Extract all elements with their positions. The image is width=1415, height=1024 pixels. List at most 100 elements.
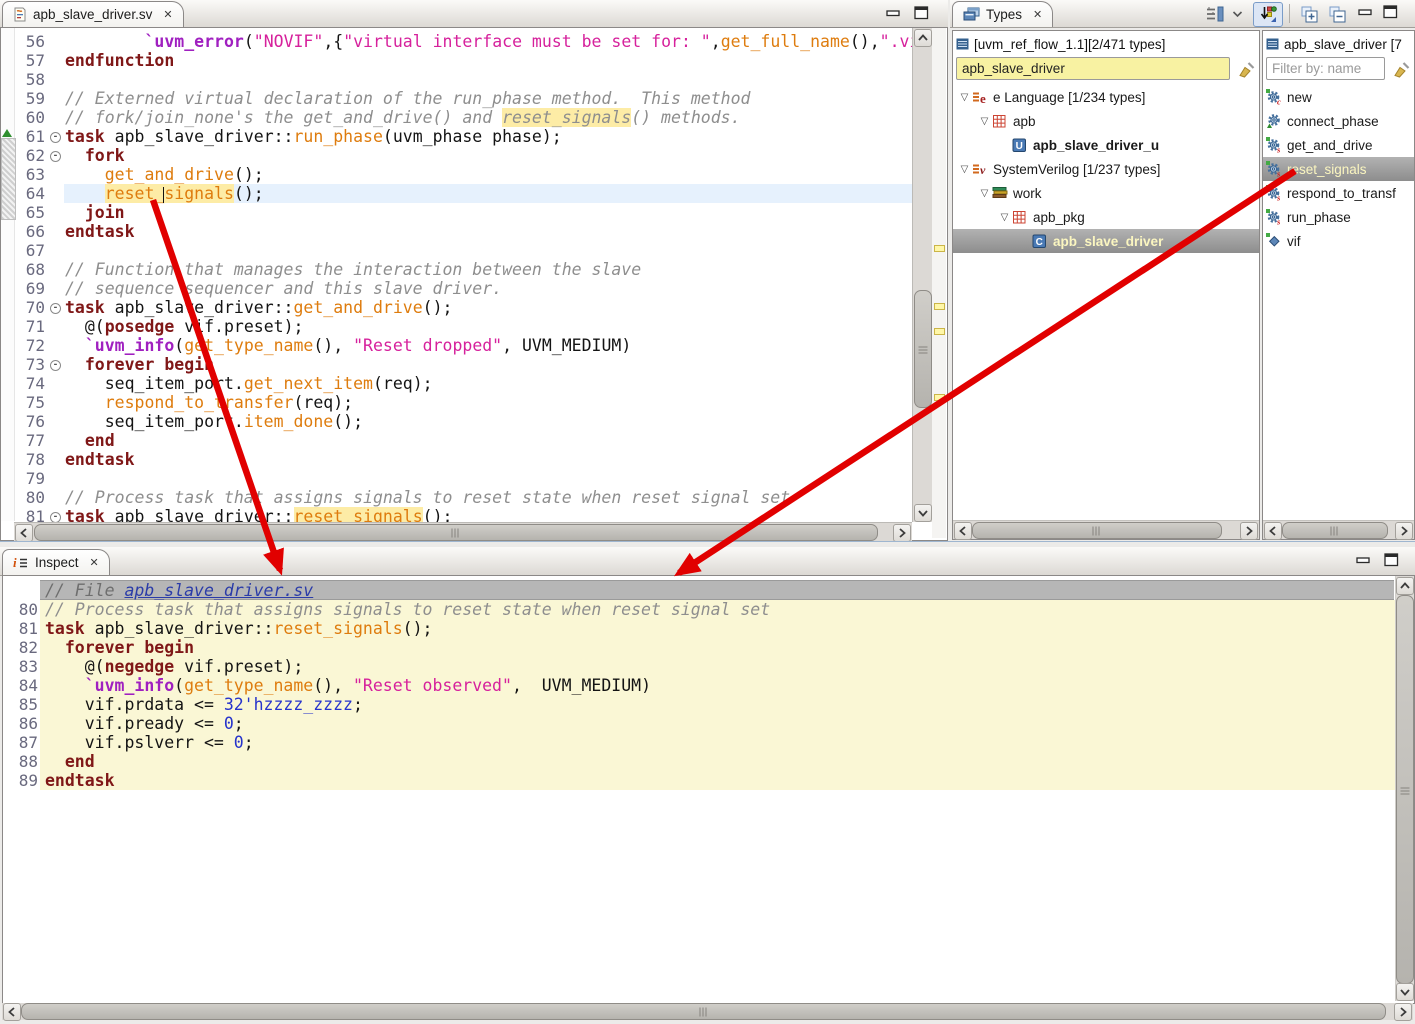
override-marker-icon [2, 129, 12, 137]
scroll-left-icon[interactable] [1264, 522, 1282, 540]
svg-text:s: s [1276, 217, 1281, 226]
editor-code-line: // fork/join_none's the get_and_drive() … [64, 108, 912, 127]
scroll-right-icon[interactable] [1240, 522, 1258, 540]
scroll-left-icon[interactable] [3, 1003, 21, 1021]
occurrence-marker[interactable] [934, 328, 945, 335]
tree-horizontal-scrollbar[interactable] [953, 520, 1259, 539]
member-item-connect-phase[interactable]: connect_phase [1263, 109, 1414, 133]
scroll-left-icon[interactable] [954, 522, 972, 540]
tree-item-work[interactable]: ▽work [953, 181, 1259, 205]
svg-text:s: s [1276, 145, 1281, 154]
occurrence-marker[interactable] [934, 303, 945, 310]
close-icon[interactable]: ✕ [1033, 8, 1042, 21]
line-number: 74 [26, 374, 45, 393]
line-number: 70 [26, 298, 45, 317]
editor-code-line: endtask [64, 450, 912, 469]
inspect-vertical-scrollbar[interactable] [1395, 576, 1414, 1001]
expand-all-icon[interactable] [1299, 4, 1320, 24]
split-sash[interactable] [0, 541, 1415, 542]
minimize-icon[interactable] [886, 9, 901, 19]
tree-item-systemverilog-1-237-types[interactable]: ▽vSystemVerilog [1/237 types] [953, 157, 1259, 181]
scroll-up-icon[interactable] [1396, 577, 1414, 595]
member-item-get-and-drive[interactable]: sget_and_drive [1263, 133, 1414, 157]
minimize-icon[interactable] [1356, 556, 1371, 566]
clear-filter-icon[interactable] [1235, 59, 1257, 79]
editor-tab-bar: apb_slave_driver.sv ✕ [0, 0, 948, 28]
members-horizontal-scrollbar[interactable] [1263, 520, 1414, 539]
scrollbar-thumb[interactable] [1396, 595, 1414, 984]
fold-marker[interactable]: - [50, 132, 61, 143]
editor-code-line: respond_to_transfer(req); [64, 393, 912, 412]
overview-ruler[interactable] [932, 28, 946, 538]
expand-arrow-icon[interactable]: ▽ [957, 92, 972, 103]
scrollbar-thumb[interactable] [34, 524, 878, 541]
scrollbar-thumb[interactable] [21, 1003, 1386, 1020]
line-number: 80 [26, 488, 45, 507]
scrollbar-thumb[interactable] [914, 290, 932, 408]
expand-arrow-icon[interactable]: ▽ [997, 212, 1012, 223]
close-icon[interactable]: ✕ [163, 8, 172, 21]
member-item-vif[interactable]: vif [1263, 229, 1414, 253]
editor-text[interactable]: `uvm_error("NOVIF",{"virtual interface m… [64, 32, 912, 522]
scrollbar-thumb[interactable] [972, 522, 1222, 539]
editor-code-line: seq_item_port.get_next_item(req); [64, 374, 912, 393]
editor-code-area[interactable]: 5657585960616263646566676869707172737475… [0, 27, 948, 541]
collapse-all-icon[interactable] [1327, 4, 1348, 24]
editor-vertical-scrollbar[interactable] [912, 28, 932, 522]
expand-arrow-icon[interactable]: ▽ [977, 116, 992, 127]
tab-types[interactable]: Types ✕ [952, 1, 1053, 27]
tab-inspect[interactable]: i Inspect ✕ [2, 549, 110, 575]
member-item-reset-signals[interactable]: sreset_signals [1263, 157, 1414, 181]
link-with-editor-icon[interactable] [1253, 2, 1283, 27]
tree-item-apb-pkg[interactable]: ▽apb_pkg [953, 205, 1259, 229]
line-number: 82 [19, 638, 38, 657]
inspect-horizontal-scrollbar[interactable] [2, 1003, 1413, 1020]
constructor-task-icon: c [1266, 89, 1284, 105]
scroll-up-icon[interactable] [914, 29, 932, 47]
scroll-down-icon[interactable] [914, 504, 932, 522]
member-item-new[interactable]: cnew [1263, 85, 1414, 109]
tree-item-e-language-1-234-types[interactable]: ▽ee Language [1/234 types] [953, 85, 1259, 109]
scroll-right-icon[interactable] [1394, 1003, 1412, 1021]
occurrence-marker[interactable] [934, 394, 945, 401]
scroll-left-icon[interactable] [15, 524, 33, 542]
task-icon: s [1266, 137, 1284, 153]
types-tree-panel: [uvm_ref_flow_1.1][2/471 types] ▽ee Lang… [952, 30, 1260, 540]
maximize-icon[interactable] [1383, 5, 1398, 19]
scroll-right-icon[interactable] [1395, 522, 1413, 540]
scrollbar-thumb[interactable] [1282, 522, 1388, 539]
svg-text:c: c [1277, 97, 1281, 106]
member-item-run-phase[interactable]: srun_phase [1263, 205, 1414, 229]
tree-item-apb[interactable]: ▽apb [953, 109, 1259, 133]
editor-horizontal-scrollbar[interactable] [14, 522, 912, 541]
inspect-code-line: task apb_slave_driver::reset_signals(); [40, 619, 1399, 638]
members-filter-input[interactable] [1266, 57, 1385, 80]
dropdown-chevron-icon[interactable] [1231, 9, 1243, 19]
inspect-code-line: vif.prdata <= 32'hzzzz_zzzz; [40, 695, 1399, 714]
minimize-icon[interactable] [1358, 8, 1373, 18]
fold-marker[interactable]: - [50, 360, 61, 371]
fold-marker[interactable]: - [50, 151, 61, 162]
scroll-right-icon[interactable] [893, 524, 911, 542]
line-number: 87 [19, 733, 38, 752]
occurrence-marker[interactable] [934, 245, 945, 252]
tree-item-apb-slave-driver[interactable]: Capb_slave_driver [953, 229, 1259, 253]
close-icon[interactable]: ✕ [90, 556, 99, 569]
fold-marker[interactable]: - [50, 303, 61, 314]
member-item-respond-to-transf[interactable]: srespond_to_transf [1263, 181, 1414, 205]
expand-arrow-icon[interactable]: ▽ [957, 164, 972, 175]
editor-code-line [64, 70, 912, 89]
tree-item-apb-slave-driver-u[interactable]: Uapb_slave_driver_u [953, 133, 1259, 157]
file-link[interactable]: apb_slave_driver.sv [124, 581, 313, 600]
maximize-icon[interactable] [1384, 553, 1399, 567]
maximize-icon[interactable] [914, 6, 929, 20]
types-filter-input[interactable] [956, 57, 1230, 80]
phase-method-icon [1266, 113, 1284, 129]
scroll-down-icon[interactable] [1396, 983, 1414, 1001]
sort-options-icon[interactable] [1204, 4, 1226, 24]
clear-filter-icon[interactable] [1390, 59, 1412, 79]
tab-apb-slave-driver-sv[interactable]: apb_slave_driver.sv ✕ [2, 1, 184, 27]
expand-arrow-icon[interactable]: ▽ [977, 188, 992, 199]
line-number: 80 [19, 600, 38, 619]
svg-text:e: e [980, 91, 986, 105]
